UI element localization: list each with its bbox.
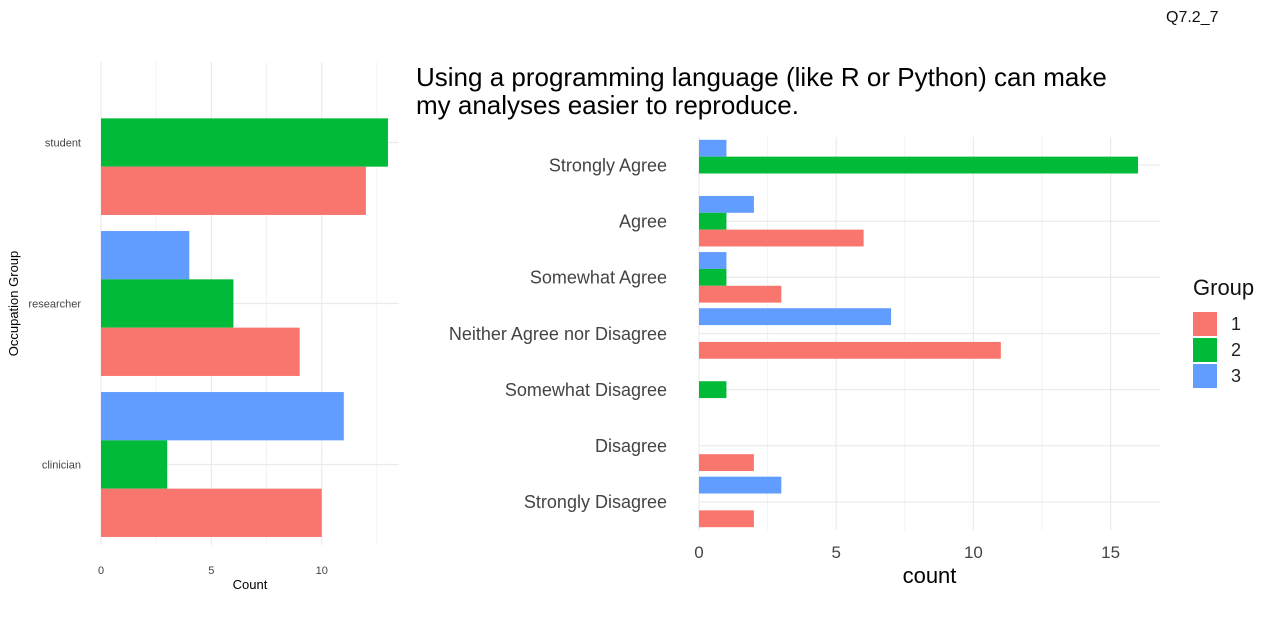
chart-title-line-1: Using a programming language (like R or … bbox=[416, 62, 1107, 92]
x-tick-label-5: 5 bbox=[208, 565, 214, 577]
legend-label-2: 2 bbox=[1231, 339, 1242, 360]
y-tick-label-disagree: Disagree bbox=[595, 436, 667, 456]
bar-student-group-2 bbox=[101, 118, 388, 167]
legend-key-3 bbox=[1193, 364, 1217, 388]
y-tick-label-clinician: clinician bbox=[42, 459, 81, 471]
y-tick-label-somewhat-disagree: Somewhat Disagree bbox=[505, 380, 667, 400]
legend-item-1: 1 bbox=[1193, 311, 1254, 337]
legend-item-2: 2 bbox=[1193, 337, 1254, 363]
legend-item-3: 3 bbox=[1193, 363, 1254, 389]
bar-clinician-group-3 bbox=[101, 392, 344, 441]
x-tick-label-0: 0 bbox=[694, 543, 703, 562]
legend-key-1 bbox=[1193, 312, 1217, 336]
y-axis-title: Occupation Group bbox=[6, 251, 21, 357]
legend-label-1: 1 bbox=[1231, 313, 1242, 334]
bar-strongly-agree-group-3 bbox=[699, 139, 727, 157]
bar-disagree-group-1 bbox=[699, 454, 754, 472]
bar-neither-agree-nor-disagree-group-1 bbox=[699, 341, 1001, 359]
bar-student-group-1 bbox=[101, 166, 366, 215]
bar-strongly-disagree-group-3 bbox=[699, 476, 782, 494]
x-tick-label-0: 0 bbox=[98, 565, 104, 577]
x-axis-title: Count bbox=[233, 577, 268, 592]
y-tick-label-agree: Agree bbox=[619, 212, 667, 232]
y-tick-label-researcher: researcher bbox=[28, 298, 81, 310]
bar-agree-group-1 bbox=[699, 229, 864, 247]
y-tick-label-strongly-agree: Strongly Agree bbox=[549, 155, 667, 175]
x-tick-label-10: 10 bbox=[316, 565, 328, 577]
bar-neither-agree-nor-disagree-group-3 bbox=[699, 308, 892, 326]
bar-strongly-agree-group-2 bbox=[699, 156, 1139, 174]
bar-agree-group-2 bbox=[699, 212, 727, 230]
bar-clinician-group-2 bbox=[101, 440, 168, 489]
legend-title: Group bbox=[1193, 275, 1255, 300]
bar-somewhat-agree-group-1 bbox=[699, 285, 782, 303]
occupation-group-chart: student researcher clinician 0 5 10 Count Occup… bbox=[6, 62, 399, 592]
bar-researcher-group-1 bbox=[101, 327, 300, 376]
chart-title-line-2: my analyses easier to reproduce. bbox=[416, 90, 799, 120]
group-legend: Group 1 2 3 bbox=[1193, 275, 1254, 389]
y-tick-label-somewhat-agree: Somewhat Agree bbox=[530, 268, 667, 288]
bar-somewhat-agree-group-2 bbox=[699, 268, 727, 286]
x-tick-label-5: 5 bbox=[831, 543, 840, 562]
x-tick-label-10: 10 bbox=[964, 543, 983, 562]
legend-key-2 bbox=[1193, 338, 1217, 362]
legend-label-3: 3 bbox=[1231, 365, 1242, 386]
bar-somewhat-agree-group-3 bbox=[699, 252, 727, 269]
bar-researcher-group-2 bbox=[101, 279, 234, 328]
y-tick-label-strongly-disagree: Strongly Disagree bbox=[524, 492, 667, 512]
bar-somewhat-disagree-group-2 bbox=[699, 381, 727, 399]
y-tick-label-student: student bbox=[45, 137, 81, 149]
reproducibility-response-chart: Strongly Agree Agree Somewhat Agree Neither… bbox=[416, 62, 1160, 588]
x-axis-title: count bbox=[903, 563, 957, 588]
bar-clinician-group-1 bbox=[101, 488, 322, 537]
bar-agree-group-3 bbox=[699, 195, 754, 213]
x-tick-label-15: 15 bbox=[1101, 543, 1120, 562]
bar-strongly-disagree-group-1 bbox=[699, 510, 754, 528]
y-tick-label-neither-agree-nor-disagree: Neither Agree nor Disagree bbox=[449, 324, 667, 344]
bar-researcher-group-3 bbox=[101, 231, 190, 280]
